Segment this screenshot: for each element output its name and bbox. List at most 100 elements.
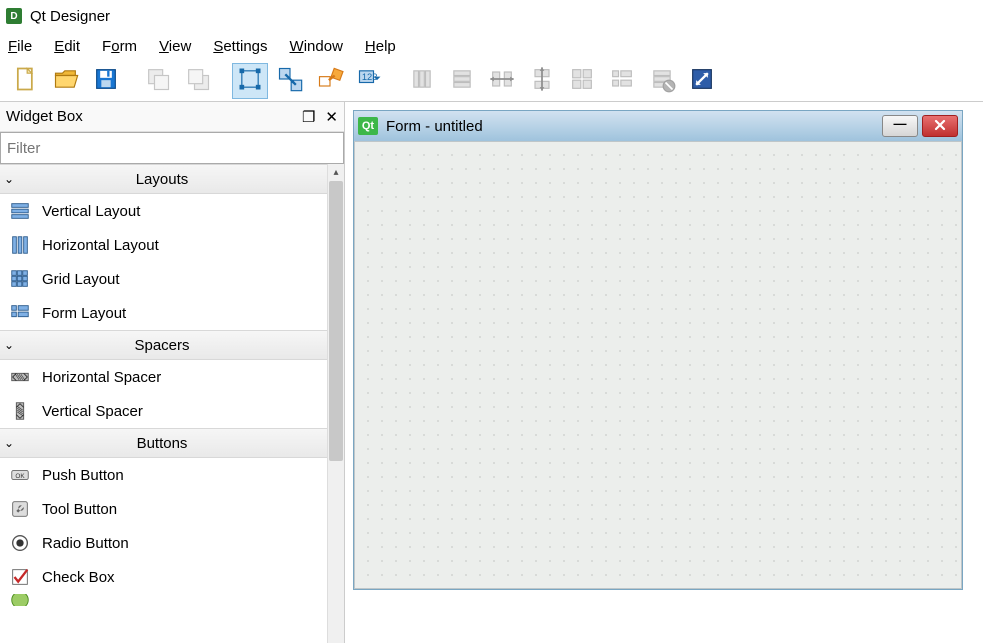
scroll-up-icon: ▴ <box>328 164 344 181</box>
main-area: Widget Box ❐ ✕ ⌄ Layouts Vertical Layout… <box>0 102 983 643</box>
close-panel-button[interactable]: ✕ <box>325 108 338 126</box>
minimize-button[interactable]: — <box>882 115 918 137</box>
widget-horizontal-layout[interactable]: Horizontal Layout <box>0 228 344 262</box>
edit-buddies-button[interactable] <box>312 63 348 99</box>
widget-label: Form Layout <box>42 305 126 322</box>
command-link-icon <box>8 594 32 606</box>
widget-label: Vertical Layout <box>42 203 140 220</box>
widget-label: Horizontal Spacer <box>42 369 161 386</box>
widget-filter-field[interactable] <box>0 132 344 164</box>
widget-box-scrollbar[interactable]: ▴ <box>327 164 344 643</box>
grid-layout-icon <box>8 267 32 291</box>
save-icon <box>92 65 120 96</box>
layout-form-button[interactable] <box>604 63 640 99</box>
widget-vertical-spacer[interactable]: Vertical Spacer <box>0 394 344 428</box>
edit-tab-order-button[interactable]: 123 <box>352 63 388 99</box>
layout-horizontal-splitter-button[interactable] <box>484 63 520 99</box>
menu-view[interactable]: View <box>159 38 191 55</box>
app-icon: D <box>6 8 22 24</box>
scrollbar-thumb[interactable] <box>329 181 343 461</box>
widget-box-header: Widget Box ❐ ✕ <box>0 102 344 132</box>
titlebar: D Qt Designer <box>0 0 983 32</box>
widget-label: Vertical Spacer <box>42 403 143 420</box>
form-layout-icon <box>8 301 32 325</box>
menu-file[interactable]: File <box>8 38 32 55</box>
menubar: File Edit Form View Settings Window Help <box>0 32 983 60</box>
widget-box-panel: Widget Box ❐ ✕ ⌄ Layouts Vertical Layout… <box>0 102 345 643</box>
layout-vertical-icon <box>448 65 476 96</box>
new-button[interactable] <box>8 63 44 99</box>
widget-check-box[interactable]: Check Box <box>0 560 344 594</box>
widget-label: Push Button <box>42 467 124 484</box>
dock-undock-button[interactable]: ❐ <box>302 108 315 126</box>
widget-grid-layout[interactable]: Grid Layout <box>0 262 344 296</box>
form-window[interactable]: Qt Form - untitled — <box>353 110 963 590</box>
push-button-icon: OK <box>8 463 32 487</box>
widget-radio-button[interactable]: Radio Button <box>0 526 344 560</box>
form-body[interactable] <box>354 141 962 589</box>
horizontal-layout-icon <box>8 233 32 257</box>
checkbox-icon <box>8 565 32 589</box>
buddies-icon <box>316 65 344 96</box>
widget-label: Radio Button <box>42 535 129 552</box>
category-label: Spacers <box>20 337 344 354</box>
widget-horizontal-spacer[interactable]: Horizontal Spacer <box>0 360 344 394</box>
layout-horizontal-button[interactable] <box>404 63 440 99</box>
svg-text:OK: OK <box>15 473 25 480</box>
adjust-size-button[interactable] <box>684 63 720 99</box>
widget-push-button[interactable]: OK Push Button <box>0 458 344 492</box>
folder-open-icon <box>52 65 80 96</box>
form-titlebar[interactable]: Qt Form - untitled — <box>354 111 962 141</box>
menu-window[interactable]: Window <box>290 38 343 55</box>
widget-form-layout[interactable]: Form Layout <box>0 296 344 330</box>
break-layout-button[interactable] <box>644 63 680 99</box>
horizontal-spacer-icon <box>8 365 32 389</box>
category-spacers[interactable]: ⌄ Spacers <box>0 330 344 360</box>
form-title: Form - untitled <box>386 118 874 135</box>
send-back-icon <box>144 65 172 96</box>
h-splitter-icon <box>488 65 516 96</box>
edit-widgets-button[interactable] <box>232 63 268 99</box>
minimize-icon: — <box>894 116 907 131</box>
tab-order-icon: 123 <box>356 65 384 96</box>
chevron-down-icon: ⌄ <box>4 338 20 352</box>
menu-settings[interactable]: Settings <box>213 38 267 55</box>
open-button[interactable] <box>48 63 84 99</box>
menu-help[interactable]: Help <box>365 38 396 55</box>
send-back-button[interactable] <box>140 63 176 99</box>
layout-vertical-splitter-button[interactable] <box>524 63 560 99</box>
chevron-down-icon: ⌄ <box>4 436 20 450</box>
category-label: Layouts <box>20 171 344 188</box>
widget-label: Grid Layout <box>42 271 120 288</box>
close-button[interactable] <box>922 115 958 137</box>
layout-vertical-button[interactable] <box>444 63 480 99</box>
category-label: Buttons <box>20 435 344 452</box>
widget-tool-button[interactable]: Tool Button <box>0 492 344 526</box>
menu-edit[interactable]: Edit <box>54 38 80 55</box>
widget-partial-row[interactable] <box>0 594 344 606</box>
new-file-icon <box>12 65 40 96</box>
category-layouts[interactable]: ⌄ Layouts <box>0 164 344 194</box>
filter-input[interactable] <box>1 133 343 163</box>
edit-widgets-icon <box>236 65 264 96</box>
close-x-icon <box>933 118 947 135</box>
widget-vertical-layout[interactable]: Vertical Layout <box>0 194 344 228</box>
save-button[interactable] <box>88 63 124 99</box>
widget-label: Tool Button <box>42 501 117 518</box>
design-canvas[interactable]: Qt Form - untitled — <box>345 102 983 643</box>
close-icon: ✕ <box>325 109 338 126</box>
category-buttons[interactable]: ⌄ Buttons <box>0 428 344 458</box>
layout-grid-icon <box>568 65 596 96</box>
tool-button-icon <box>8 497 32 521</box>
widget-box-title: Widget Box <box>6 108 83 125</box>
radio-button-icon <box>8 531 32 555</box>
layout-form-icon <box>608 65 636 96</box>
menu-form[interactable]: Form <box>102 38 137 55</box>
toolbar: 123 <box>0 60 983 102</box>
bring-front-button[interactable] <box>180 63 216 99</box>
widget-label: Check Box <box>42 569 115 586</box>
widget-label: Horizontal Layout <box>42 237 159 254</box>
edit-signals-button[interactable] <box>272 63 308 99</box>
widget-tree: ⌄ Layouts Vertical Layout Horizontal Lay… <box>0 164 344 643</box>
layout-grid-button[interactable] <box>564 63 600 99</box>
